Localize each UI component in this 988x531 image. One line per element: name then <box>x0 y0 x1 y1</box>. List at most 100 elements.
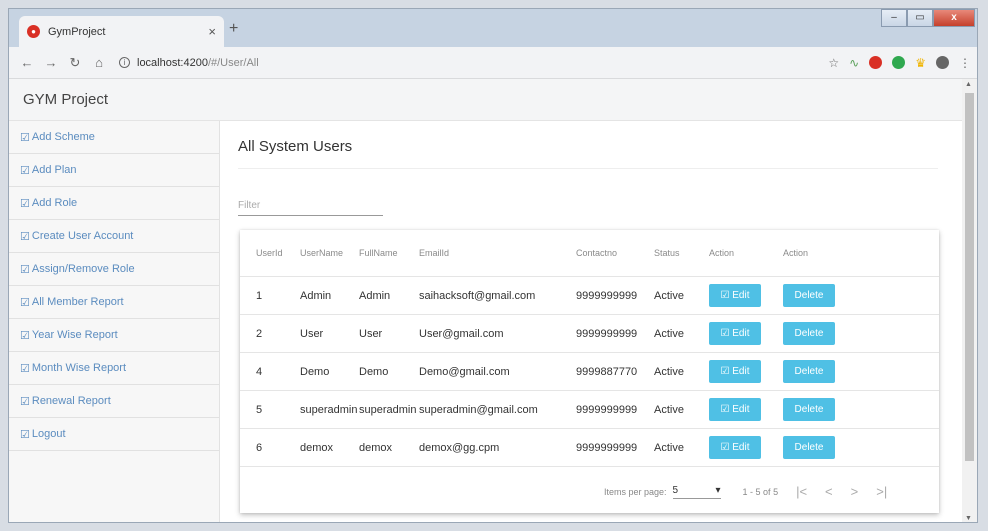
edit-cell: ☑ Edit <box>709 436 783 459</box>
last-page-icon[interactable]: >| <box>876 484 887 499</box>
scroll-up-icon[interactable]: ▲ <box>965 81 972 88</box>
cell-email: User@gmail.com <box>419 327 504 340</box>
edit-button[interactable]: ☑ Edit <box>709 360 761 383</box>
edit-icon: ☑ <box>20 329 30 342</box>
cell-contact: 9999887770 <box>576 365 638 378</box>
cell-username: superadmin <box>300 403 358 416</box>
url-path: /#/User/All <box>207 56 259 69</box>
sidebar-item-create-user-account[interactable]: ☑ Create User Account <box>9 220 219 253</box>
sidebar-item-label: Add Scheme <box>31 131 95 143</box>
column-header-contactno[interactable]: Contactno <box>576 248 654 258</box>
sidebar-item-year-wise-report[interactable]: ☑ Year Wise Report <box>9 319 219 352</box>
filter-input[interactable]: Filter <box>238 194 383 216</box>
delete-button[interactable]: Delete <box>783 322 835 345</box>
browser-toolbar: ← → ↻ ⌂ i localhost:4200/#/User/All ☆ ∿ … <box>9 47 977 79</box>
edit-icon: ☑ <box>20 197 30 210</box>
edit-icon: ☑ <box>20 164 30 177</box>
edit-button[interactable]: ☑ Edit <box>709 398 761 421</box>
page-scrollbar[interactable]: ▲ ▼ <box>962 79 977 522</box>
column-header-emailid[interactable]: EmailId <box>419 248 576 258</box>
edit-icon: ☑ <box>20 428 30 441</box>
favicon-icon: ● <box>27 25 40 38</box>
cell-userid: 2 <box>256 327 263 340</box>
sidebar-item-logout[interactable]: ☑ Logout <box>9 418 219 451</box>
range-label: 1 - 5 of 5 <box>742 486 779 497</box>
extension-wave-icon[interactable]: ∿ <box>849 56 859 70</box>
column-header-userid[interactable]: UserId <box>240 248 300 258</box>
delete-button[interactable]: Delete <box>783 398 835 421</box>
profile-avatar-icon[interactable] <box>936 56 949 69</box>
address-bar[interactable]: i localhost:4200/#/User/All <box>119 51 739 75</box>
column-header-fullname[interactable]: FullName <box>359 248 419 258</box>
paginator: Items per page: 5 ▾ 1 - 5 of 5 |< < > >| <box>240 470 939 513</box>
edit-cell: ☑ Edit <box>709 398 783 421</box>
edit-cell: ☑ Edit <box>709 322 783 345</box>
column-header-status[interactable]: Status <box>654 248 709 258</box>
sidebar-item-add-role[interactable]: ☑ Add Role <box>9 187 219 220</box>
menu-kebab-icon[interactable]: ⋮ <box>959 56 971 70</box>
home-icon[interactable]: ⌂ <box>89 55 109 70</box>
main-content: All System Users Filter UserId UserName … <box>220 121 964 522</box>
delete-button[interactable]: Delete <box>783 360 835 383</box>
column-header-username[interactable]: UserName <box>300 248 359 258</box>
sidebar-item-add-plan[interactable]: ☑ Add Plan <box>9 154 219 187</box>
delete-button[interactable]: Delete <box>783 284 835 307</box>
bookmark-star-icon[interactable]: ☆ <box>828 56 839 70</box>
scroll-down-icon[interactable]: ▼ <box>965 515 972 522</box>
close-window-button[interactable]: x <box>933 9 975 27</box>
app-brand[interactable]: GYM Project <box>23 91 108 108</box>
minimize-button[interactable]: – <box>881 9 907 27</box>
cell-status: Active <box>654 365 684 378</box>
edit-button[interactable]: ☑ Edit <box>709 284 761 307</box>
first-page-icon[interactable]: |< <box>796 484 807 499</box>
tab-close-icon[interactable]: × <box>208 24 216 39</box>
items-per-page-select[interactable]: 5 ▾ <box>672 485 721 499</box>
cell-fullname: superadmin <box>359 403 417 416</box>
sidebar-item-add-scheme[interactable]: ☑ Add Scheme <box>9 121 219 154</box>
sidebar: ☑ Add Scheme ☑ Add Plan ☑ Add Role ☑ Create … <box>9 121 220 522</box>
tab-bar: ● GymProject × + – ▭ x <box>9 9 977 47</box>
new-tab-button[interactable]: + <box>229 20 238 38</box>
previous-page-icon[interactable]: < <box>825 484 833 499</box>
sidebar-item-label: Renewal Report <box>31 395 111 407</box>
edit-icon: ☑ <box>720 404 730 415</box>
edit-icon: ☑ <box>20 230 30 243</box>
window-controls: – ▭ x <box>881 9 975 27</box>
sidebar-item-label: Add Role <box>31 197 78 209</box>
forward-arrow-icon[interactable]: → <box>41 55 61 70</box>
cell-username: User <box>300 327 324 340</box>
cell-username: demox <box>300 441 334 454</box>
table-row: 5 superadmin superadmin superadmin@gmail… <box>240 391 939 429</box>
cell-email: demox@gg.cpm <box>419 441 500 454</box>
scroll-thumb[interactable] <box>965 93 974 461</box>
edit-button[interactable]: ☑ Edit <box>709 436 761 459</box>
delete-button[interactable]: Delete <box>783 436 835 459</box>
next-page-icon[interactable]: > <box>851 484 859 499</box>
back-arrow-icon[interactable]: ← <box>17 55 37 70</box>
extension-shield-icon[interactable] <box>869 56 883 69</box>
cell-fullname: Admin <box>359 289 391 302</box>
sidebar-item-assign-remove-role[interactable]: ☑ Assign/Remove Role <box>9 253 219 286</box>
extension-bar: ☆ ∿ ♛ ⋮ <box>828 56 971 70</box>
delete-cell: Delete <box>783 322 859 345</box>
extension-green-icon[interactable] <box>892 56 906 69</box>
cell-username: Demo <box>300 365 330 378</box>
web-page: GYM Project ☑ Add Scheme ☑ Add Plan ☑ Add R… <box>9 79 964 522</box>
table-row: 4 Demo Demo Demo@gmail.com 9999887770 Ac… <box>240 353 939 391</box>
sidebar-item-month-wise-report[interactable]: ☑ Month Wise Report <box>9 352 219 385</box>
cell-email: Demo@gmail.com <box>419 365 510 378</box>
info-icon[interactable]: i <box>119 57 130 68</box>
sidebar-item-renewal-report[interactable]: ☑ Renewal Report <box>9 385 219 418</box>
maximize-button[interactable]: ▭ <box>907 9 933 27</box>
table-row: 1 Admin Admin saihacksoft@gmail.com 9999… <box>240 277 939 315</box>
tab-title: GymProject <box>48 25 106 38</box>
delete-cell: Delete <box>783 398 859 421</box>
sidebar-item-all-member-report[interactable]: ☑ All Member Report <box>9 286 219 319</box>
column-header-action-delete: Action <box>783 248 809 258</box>
cell-status: Active <box>654 403 684 416</box>
browser-tab[interactable]: ● GymProject × <box>19 16 224 47</box>
edit-button[interactable]: ☑ Edit <box>709 322 761 345</box>
reload-icon[interactable]: ↻ <box>65 55 85 71</box>
sidebar-item-label: Logout <box>31 428 66 440</box>
extension-crown-icon[interactable]: ♛ <box>915 56 926 70</box>
